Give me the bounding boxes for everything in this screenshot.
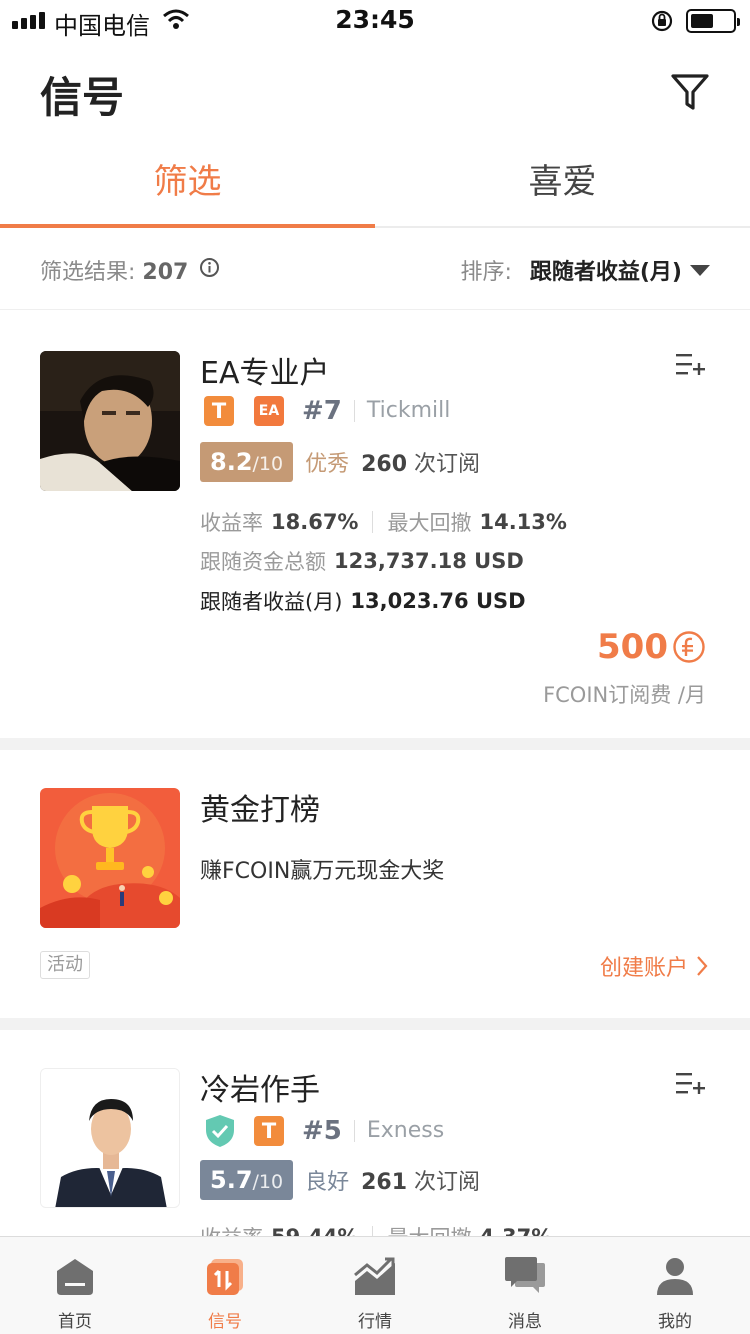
sort-value[interactable]: 跟随者收益(月) [530, 254, 682, 286]
info-icon[interactable] [199, 257, 220, 278]
score-box: 8.2/10 [200, 442, 294, 482]
tab-favorites[interactable]: 喜爱 [375, 150, 750, 226]
section-divider [0, 1018, 750, 1030]
follower-profit-stat: 跟随者收益(月) 13,023.76 USD [200, 589, 526, 614]
nav-market[interactable]: 行情 [300, 1237, 450, 1334]
status-bar: 中国电信 23:45 [0, 0, 750, 40]
promo-card[interactable]: 黄金打榜 赚FCOIN赢万元现金大奖 活动 创建账户 [0, 750, 750, 1018]
broker: Exness [353, 1120, 444, 1142]
user-icon [657, 1258, 693, 1295]
clock: 23:45 [335, 5, 415, 34]
return-stat: 收益率59.44% 最大回撤4.37% [200, 1222, 552, 1236]
signal-card[interactable]: 冷岩作手 T #5 Exness 5.7/10 良好 261 次订阅 收益率59… [0, 1030, 750, 1236]
price-value: 500 [597, 627, 668, 667]
tab-filter[interactable]: 筛选 [0, 150, 375, 226]
add-to-list-icon[interactable] [674, 351, 706, 379]
nav-messages[interactable]: 消息 [450, 1237, 600, 1334]
badge-t: T [204, 396, 234, 426]
tab-bar: 筛选 喜爱 [0, 150, 750, 228]
promo-subtitle: 赚FCOIN赢万元现金大奖 [200, 859, 445, 884]
level-label: 优秀 [305, 452, 350, 477]
level-label: 良好 [305, 1170, 350, 1195]
chart-icon [354, 1257, 395, 1295]
score-row: 5.7/10 良好 261 次订阅 [200, 1160, 480, 1200]
signal-name[interactable]: EA专业户 [200, 348, 329, 392]
signal-icon [207, 1259, 243, 1295]
badge-t: T [254, 1116, 284, 1146]
active-tab-indicator [0, 224, 375, 228]
signal-name[interactable]: 冷岩作手 [200, 1065, 320, 1109]
badge-row: T EA #7 Tickmill [204, 396, 450, 426]
price: 500 [597, 627, 706, 667]
nav-profile[interactable]: 我的 [600, 1237, 750, 1334]
avatar [40, 351, 180, 491]
signal-card[interactable]: EA专业户 T EA #7 Tickmill 8.2/10 优秀 260 次订阅… [0, 311, 750, 738]
fcoin-icon [673, 631, 705, 663]
battery-icon [686, 9, 740, 33]
rank: #7 [302, 396, 342, 426]
price-unit: FCOIN订阅费 /月 [543, 683, 706, 707]
activity-tag: 活动 [40, 951, 90, 979]
section-divider [0, 738, 750, 750]
home-icon [57, 1259, 93, 1295]
sort-selector[interactable]: 排序: 跟随者收益(月) [460, 254, 710, 286]
score-box: 5.7/10 [200, 1160, 294, 1200]
verified-shield-icon [206, 1115, 234, 1147]
result-bar: 筛选结果: 207 排序: 跟随者收益(月) [0, 230, 750, 310]
filter-icon[interactable] [668, 70, 712, 114]
page-title: 信号 [40, 73, 125, 122]
return-stat: 收益率 18.67% 最大回撤 14.13% [200, 510, 567, 535]
broker: Tickmill [353, 400, 450, 422]
chevron-right-icon [697, 956, 708, 976]
nav-home[interactable]: 首页 [0, 1237, 150, 1334]
promo-title[interactable]: 黄金打榜 [200, 785, 320, 829]
orientation-lock-icon [651, 10, 673, 32]
result-count: 筛选结果: 207 [40, 260, 189, 285]
avatar [40, 1068, 180, 1208]
nav-signal[interactable]: 信号 [150, 1237, 300, 1334]
rank: #5 [302, 1116, 342, 1146]
sort-label: 排序: [460, 260, 512, 285]
add-to-list-icon[interactable] [674, 1070, 706, 1098]
subscription-count: 261 次订阅 [361, 1170, 481, 1195]
caret-down-icon[interactable] [690, 264, 710, 276]
funds-stat: 跟随资金总额 123,737.18 USD [200, 549, 524, 574]
bottom-nav: 首页 信号 行情 消息 我的 [0, 1236, 750, 1334]
create-account-link[interactable]: 创建账户 [600, 950, 708, 982]
badge-row: T #5 Exness [204, 1114, 444, 1148]
subscription-count: 260 次订阅 [361, 452, 481, 477]
score-row: 8.2/10 优秀 260 次订阅 [200, 442, 480, 482]
promo-image [40, 788, 180, 928]
message-icon [505, 1257, 545, 1293]
badge-ea: EA [254, 396, 284, 426]
